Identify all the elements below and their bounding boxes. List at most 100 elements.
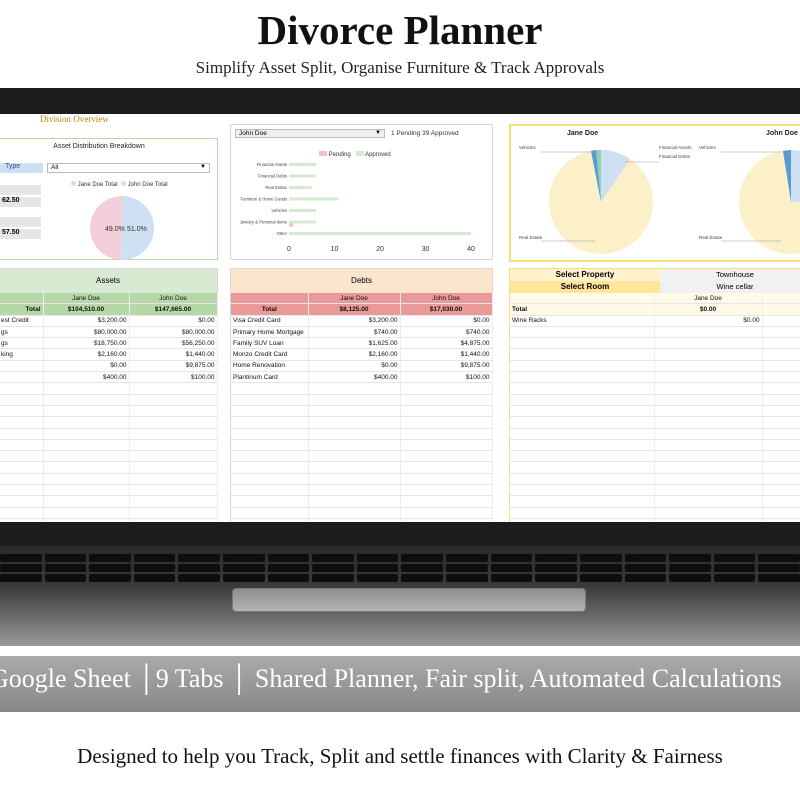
table-cell[interactable]: $9,875.00	[129, 360, 218, 373]
table-cell[interactable]	[231, 382, 309, 395]
table-cell[interactable]	[43, 450, 130, 463]
table-cell[interactable]	[762, 439, 800, 452]
table-cell[interactable]: $0.00	[400, 315, 493, 327]
table-cell[interactable]	[510, 473, 655, 486]
table-cell[interactable]: $400.00	[308, 371, 401, 384]
table-cell[interactable]: $80,000.00	[43, 326, 130, 339]
table-cell[interactable]	[129, 439, 218, 452]
table-cell[interactable]: Wine Racks	[510, 315, 655, 327]
table-cell[interactable]	[43, 428, 130, 440]
table-cell[interactable]: $740.00	[400, 326, 493, 339]
table-cell[interactable]	[654, 360, 763, 373]
table-cell[interactable]	[0, 416, 44, 429]
table-cell[interactable]	[510, 484, 655, 497]
table-cell[interactable]: $100.00	[129, 371, 218, 384]
table-cell[interactable]	[654, 473, 763, 486]
table-cell[interactable]	[308, 439, 401, 452]
table-cell[interactable]	[762, 495, 800, 508]
table-cell[interactable]	[43, 416, 130, 429]
table-cell[interactable]	[43, 473, 130, 486]
table-cell[interactable]	[0, 439, 44, 452]
table-cell[interactable]	[400, 428, 493, 440]
table-cell[interactable]	[0, 394, 44, 406]
table-cell[interactable]	[129, 416, 218, 429]
table-cell[interactable]	[762, 348, 800, 361]
table-cell[interactable]	[400, 484, 493, 497]
table-cell[interactable]	[0, 461, 44, 474]
table-cell[interactable]: $100.00	[400, 371, 493, 384]
table-cell[interactable]	[308, 428, 401, 440]
table-cell[interactable]: $56,250.00	[129, 337, 218, 350]
property-select[interactable]: Townhouse	[660, 269, 800, 281]
table-cell[interactable]	[400, 439, 493, 452]
table-cell[interactable]: $1,440.00	[129, 348, 218, 361]
table-cell[interactable]	[129, 461, 218, 474]
table-cell[interactable]	[231, 484, 309, 497]
table-cell[interactable]: $1,440.00	[400, 348, 493, 361]
table-cell[interactable]	[510, 439, 655, 452]
table-cell[interactable]: $80,000.00	[129, 326, 218, 339]
table-cell[interactable]	[308, 507, 401, 519]
table-cell[interactable]	[762, 416, 800, 429]
table-cell[interactable]: $1,625.00	[308, 337, 401, 350]
table-cell[interactable]	[0, 507, 44, 519]
table-cell[interactable]	[510, 461, 655, 474]
table-cell[interactable]	[400, 382, 493, 395]
table-cell[interactable]	[231, 405, 309, 418]
table-cell[interactable]: gs	[0, 337, 44, 350]
table-cell[interactable]	[231, 439, 309, 452]
table-cell[interactable]: $0.00	[129, 315, 218, 327]
table-cell[interactable]	[0, 428, 44, 440]
table-cell[interactable]	[510, 348, 655, 361]
table-cell[interactable]	[400, 473, 493, 486]
table-cell[interactable]	[43, 382, 130, 395]
table-cell[interactable]	[762, 326, 800, 339]
person-select[interactable]: John Doe ▼	[235, 129, 385, 138]
table-cell[interactable]	[308, 461, 401, 474]
table-cell[interactable]: $18,750.00	[43, 337, 130, 350]
table-cell[interactable]	[510, 360, 655, 373]
table-cell[interactable]	[654, 382, 763, 395]
table-cell[interactable]: $0.00	[654, 315, 763, 327]
table-cell[interactable]	[308, 495, 401, 508]
table-cell[interactable]	[762, 484, 800, 497]
table-cell[interactable]	[43, 495, 130, 508]
table-cell[interactable]: $9,875.00	[400, 360, 493, 373]
table-cell[interactable]	[129, 405, 218, 418]
table-cell[interactable]	[43, 484, 130, 497]
table-cell[interactable]	[0, 371, 44, 384]
table-cell[interactable]	[654, 461, 763, 474]
table-cell[interactable]	[510, 495, 655, 508]
table-cell[interactable]: $0.00	[43, 360, 130, 373]
table-cell[interactable]	[654, 348, 763, 361]
type-dropdown[interactable]: All ▼	[47, 163, 210, 173]
table-cell[interactable]	[400, 416, 493, 429]
table-cell[interactable]	[0, 484, 44, 497]
table-cell[interactable]	[654, 337, 763, 350]
table-cell[interactable]	[231, 461, 309, 474]
table-cell[interactable]: Plantinum Card	[231, 371, 309, 384]
table-cell[interactable]	[762, 450, 800, 463]
table-cell[interactable]	[400, 450, 493, 463]
table-cell[interactable]	[762, 360, 800, 373]
table-cell[interactable]: Visa Credit Card	[231, 315, 309, 327]
table-cell[interactable]	[308, 416, 401, 429]
table-cell[interactable]	[510, 450, 655, 463]
table-cell[interactable]: Monzo Credit Card	[231, 348, 309, 361]
table-cell[interactable]	[129, 507, 218, 519]
table-cell[interactable]	[231, 495, 309, 508]
table-cell[interactable]	[231, 473, 309, 486]
table-cell[interactable]	[762, 428, 800, 440]
table-cell[interactable]	[762, 371, 800, 384]
table-cell[interactable]: Home Renovation	[231, 360, 309, 373]
table-cell[interactable]	[510, 371, 655, 384]
table-cell[interactable]: $2,160.00	[43, 348, 130, 361]
table-cell[interactable]: $400.00	[43, 371, 130, 384]
table-cell[interactable]: $4,875.00	[400, 337, 493, 350]
table-cell[interactable]: $3,200.00	[43, 315, 130, 327]
table-cell[interactable]	[654, 484, 763, 497]
table-cell[interactable]	[308, 382, 401, 395]
table-cell[interactable]	[43, 405, 130, 418]
table-cell[interactable]	[0, 473, 44, 486]
table-cell[interactable]	[510, 416, 655, 429]
